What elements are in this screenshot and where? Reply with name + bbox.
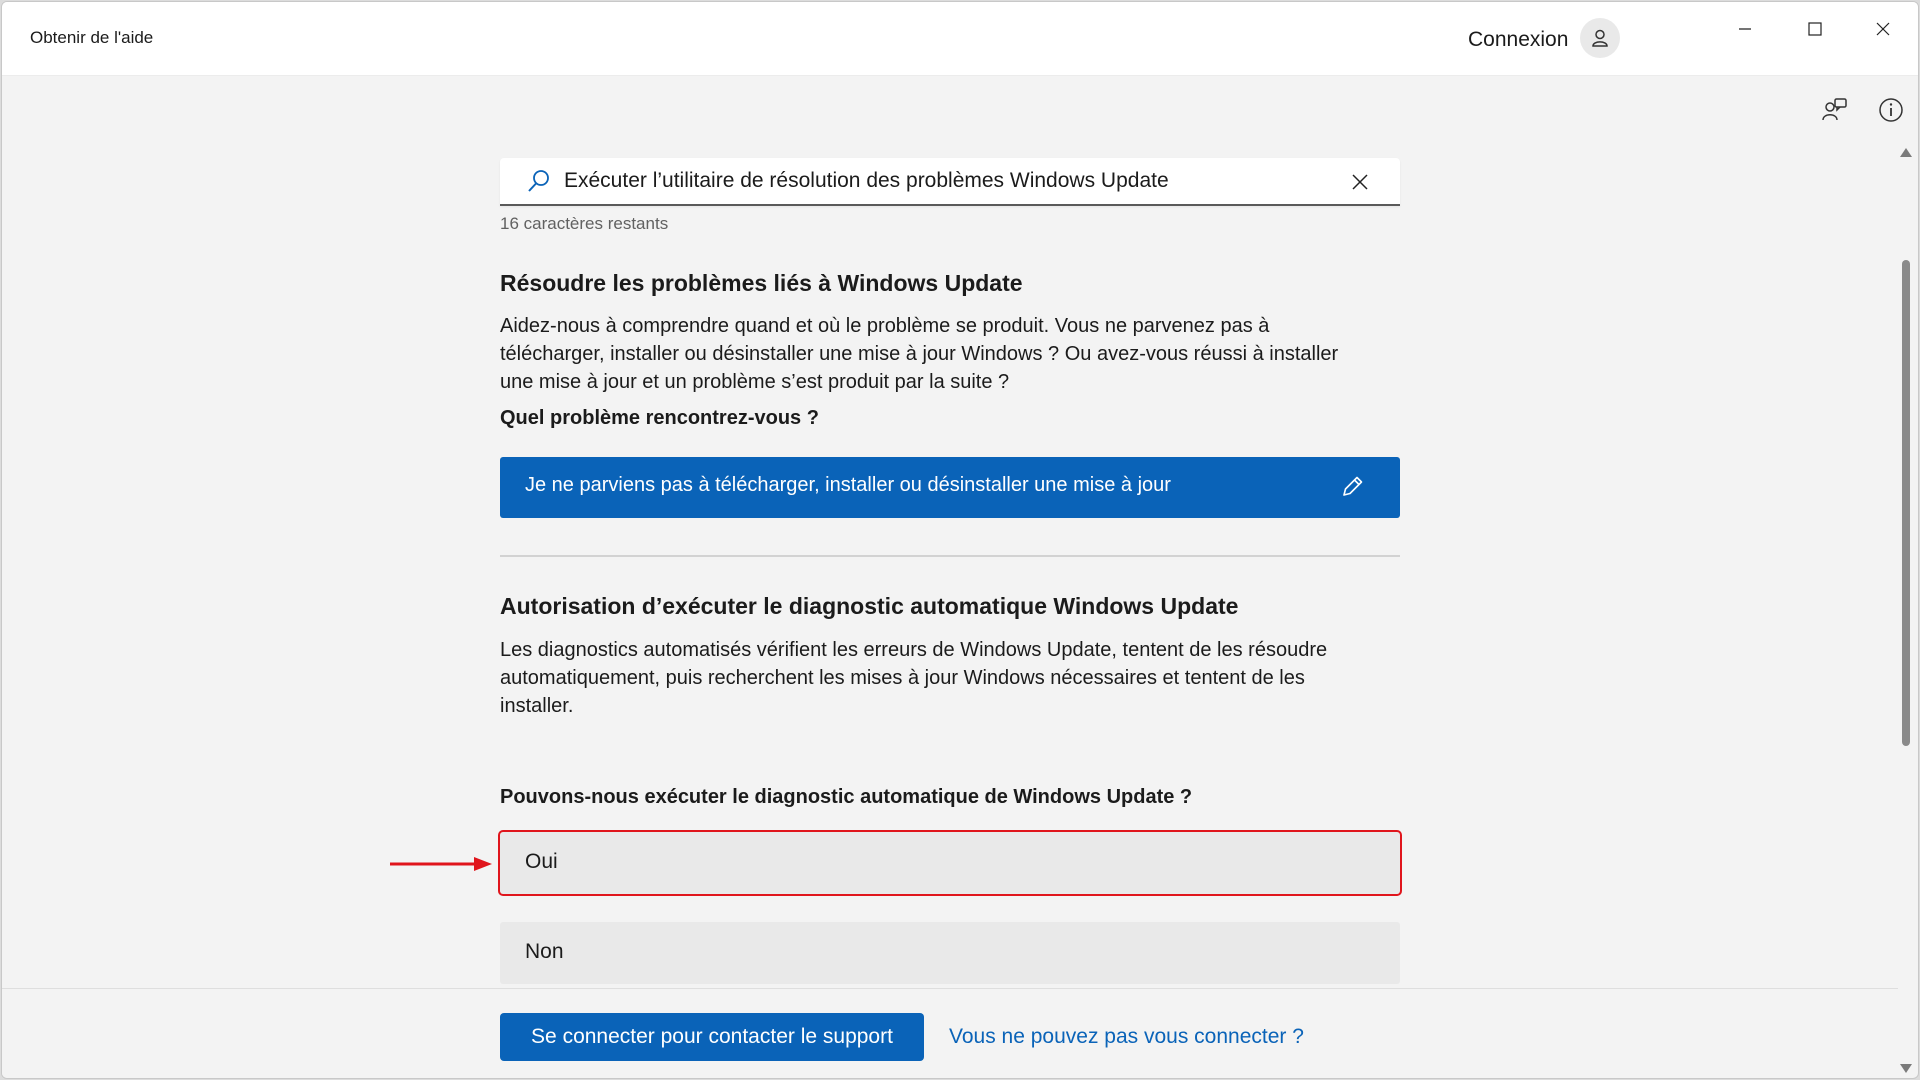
scroll-thumb[interactable] — [1902, 260, 1910, 746]
info-icon — [1879, 98, 1903, 122]
close-icon — [1876, 22, 1890, 36]
contact-support-icon — [1822, 98, 1847, 121]
question-run-diagnostic: Pouvons-nous exécuter le diagnostic auto… — [500, 786, 1193, 808]
minimize-icon — [1739, 28, 1751, 30]
section-divider — [500, 555, 1400, 557]
person-icon — [1592, 29, 1608, 47]
about-button[interactable] — [1875, 94, 1907, 126]
app-title: Obtenir de l'aide — [30, 28, 154, 47]
contact-support-button[interactable] — [1819, 94, 1851, 126]
footer-bar: Se connecter pour contacter le support V… — [2, 988, 1898, 1078]
red-arrow-icon — [390, 857, 492, 871]
option-no-button[interactable]: Non — [500, 922, 1400, 984]
question-problem-type: Quel problème rencontrez-vous ? — [500, 407, 819, 429]
signin-label[interactable]: Connexion — [1468, 28, 1568, 52]
chars-remaining: 16 caractères restants — [500, 214, 669, 233]
section-description-diagnostic: Les diagnostics automatisés vérifient le… — [500, 639, 1328, 717]
section-title-troubleshoot: Résoudre les problèmes liés à Windows Up… — [500, 270, 1023, 296]
get-help-window: Obtenir de l'aide Connexion Exécuter l’u… — [1, 1, 1919, 1079]
section-description-troubleshoot: Aidez-nous à comprendre quand et où le p… — [500, 315, 1339, 393]
close-window-button[interactable] — [1860, 12, 1906, 46]
selected-answer-button[interactable]: Je ne parviens pas à télécharger, instal… — [500, 457, 1400, 518]
minimize-button[interactable] — [1722, 12, 1768, 46]
scroll-down-arrow-icon[interactable] — [1900, 1064, 1912, 1073]
search-icon — [528, 170, 549, 192]
search-box[interactable] — [500, 158, 1400, 206]
search-input[interactable] — [564, 166, 1324, 196]
clear-search-button[interactable] — [1346, 168, 1374, 196]
scroll-up-arrow-icon[interactable] — [1900, 148, 1912, 157]
selected-answer-label: Je ne parviens pas à télécharger, instal… — [525, 474, 1171, 496]
option-yes-label: Oui — [525, 850, 558, 873]
account-avatar[interactable] — [1580, 18, 1620, 58]
section-title-diagnostic: Autorisation d’exécuter le diagnostic au… — [500, 593, 1239, 619]
maximize-icon — [1808, 22, 1822, 36]
pencil-icon[interactable] — [1338, 473, 1366, 501]
title-bar: Obtenir de l'aide Connexion — [2, 2, 1918, 76]
option-yes-button[interactable]: Oui — [500, 832, 1400, 894]
contact-support-signin-button[interactable]: Se connecter pour contacter le support — [500, 1013, 924, 1061]
clear-icon — [1352, 174, 1368, 190]
vertical-scrollbar[interactable] — [1898, 142, 1914, 1077]
cant-signin-link[interactable]: Vous ne pouvez pas vous connecter ? — [949, 1025, 1304, 1049]
option-no-label: Non — [525, 940, 564, 963]
maximize-button[interactable] — [1792, 12, 1838, 46]
